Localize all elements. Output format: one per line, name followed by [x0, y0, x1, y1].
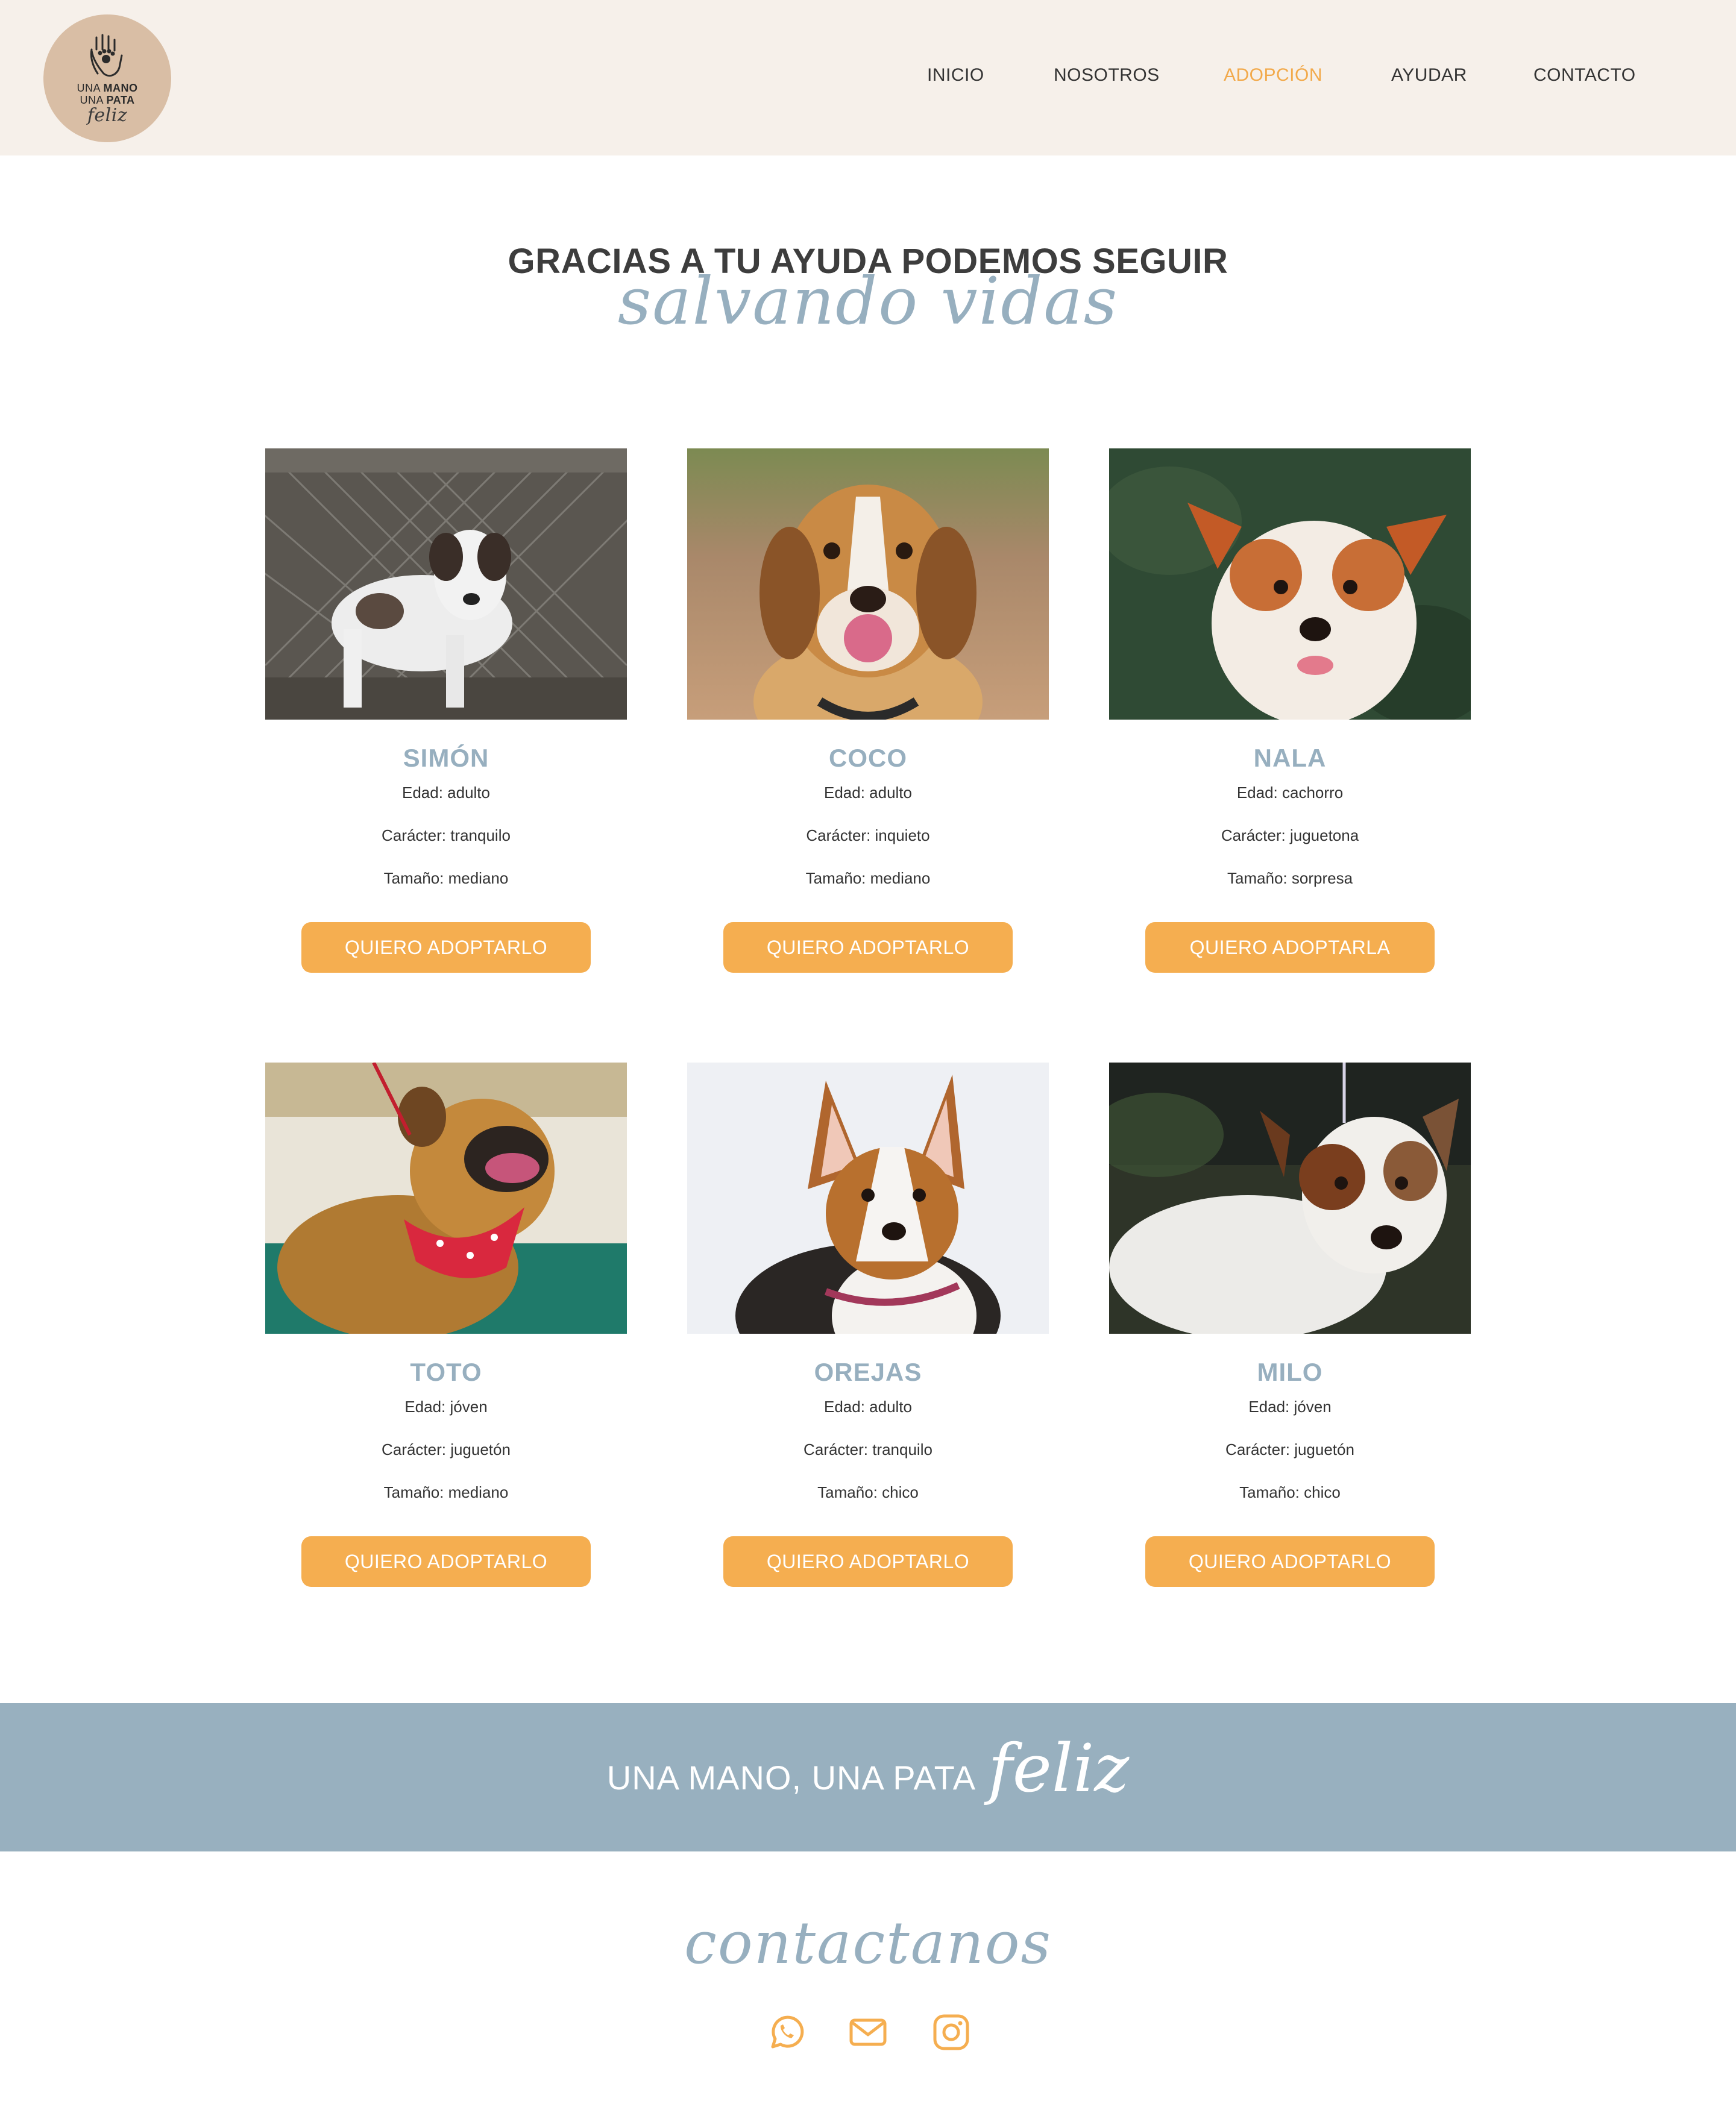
- logo-text-line1: UNA MANO: [77, 82, 138, 94]
- site-header: UNA MANO UNA PATA feliz INICIO NOSOTROS …: [0, 0, 1736, 155]
- pet-size: Tamaño: chico: [1239, 1483, 1341, 1501]
- pet-age: Edad: adulto: [823, 783, 912, 802]
- pet-name: NALA: [1253, 744, 1327, 772]
- nav-ayudar[interactable]: AYUDAR: [1391, 65, 1467, 89]
- adopt-button[interactable]: QUIERO ADOPTARLO: [723, 922, 1013, 973]
- pet-size: Tamaño: mediano: [383, 1483, 509, 1501]
- pet-size: Tamaño: mediano: [805, 869, 931, 887]
- adopt-button[interactable]: QUIERO ADOPTARLO: [301, 922, 591, 973]
- pet-photo-simon: [265, 448, 627, 720]
- pet-photo-orejas: [687, 1063, 1049, 1334]
- nav-inicio[interactable]: INICIO: [927, 65, 984, 89]
- pet-age: Edad: jóven: [1248, 1398, 1332, 1416]
- pet-name: TOTO: [410, 1358, 482, 1386]
- pet-age: Edad: adulto: [823, 1398, 912, 1416]
- pet-photo-milo: [1109, 1063, 1471, 1334]
- pet-photo-coco: [687, 448, 1049, 720]
- tagline-banner: UNA MANO, UNA PATA feliz: [0, 1703, 1736, 1851]
- pet-character: Carácter: inquieto: [806, 826, 930, 844]
- pet-character: Carácter: juguetón: [382, 1440, 511, 1459]
- adopt-button[interactable]: QUIERO ADOPTARLO: [1145, 1536, 1435, 1587]
- pet-age: Edad: jóven: [404, 1398, 488, 1416]
- hand-paw-icon: [90, 34, 123, 77]
- logo[interactable]: UNA MANO UNA PATA feliz: [43, 14, 171, 142]
- pet-character: Carácter: tranquilo: [382, 826, 511, 844]
- banner-text: UNA MANO, UNA PATA: [606, 1758, 976, 1797]
- pet-age: Edad: cachorro: [1236, 783, 1344, 802]
- logo-text-line3: feliz: [87, 105, 128, 126]
- adopt-button[interactable]: QUIERO ADOPTARLO: [301, 1536, 591, 1587]
- pet-name: COCO: [829, 744, 907, 772]
- pet-size: Tamaño: chico: [817, 1483, 919, 1501]
- pet-name: OREJAS: [814, 1358, 922, 1386]
- banner-script: feliz: [988, 1730, 1130, 1807]
- pet-character: Carácter: tranquilo: [804, 1440, 932, 1459]
- adopt-button[interactable]: QUIERO ADOPTARLA: [1145, 922, 1435, 973]
- pet-character: Carácter: juguetona: [1221, 826, 1359, 844]
- email-icon[interactable]: [849, 2013, 887, 2052]
- pet-size: Tamaño: sorpresa: [1227, 869, 1353, 887]
- adopt-button[interactable]: QUIERO ADOPTARLO: [723, 1536, 1013, 1587]
- instagram-icon[interactable]: [932, 2013, 970, 2052]
- nav-nosotros[interactable]: NOSOTROS: [1054, 65, 1160, 89]
- pet-photo-nala: [1109, 448, 1471, 720]
- pet-photo-toto: [265, 1063, 627, 1334]
- nav-adopcion[interactable]: ADOPCIÓN: [1224, 65, 1322, 89]
- contact-title: contactanos: [684, 1909, 1052, 1977]
- hero-script-subtitle: salvando vidas: [617, 264, 1119, 339]
- pet-name: SIMÓN: [403, 744, 489, 772]
- pet-character: Carácter: juguetón: [1225, 1440, 1354, 1459]
- nav-contacto[interactable]: CONTACTO: [1533, 65, 1636, 89]
- pet-size: Tamaño: mediano: [383, 869, 509, 887]
- pet-age: Edad: adulto: [401, 783, 490, 802]
- whatsapp-icon[interactable]: [767, 2013, 805, 2052]
- pet-name: MILO: [1257, 1358, 1323, 1386]
